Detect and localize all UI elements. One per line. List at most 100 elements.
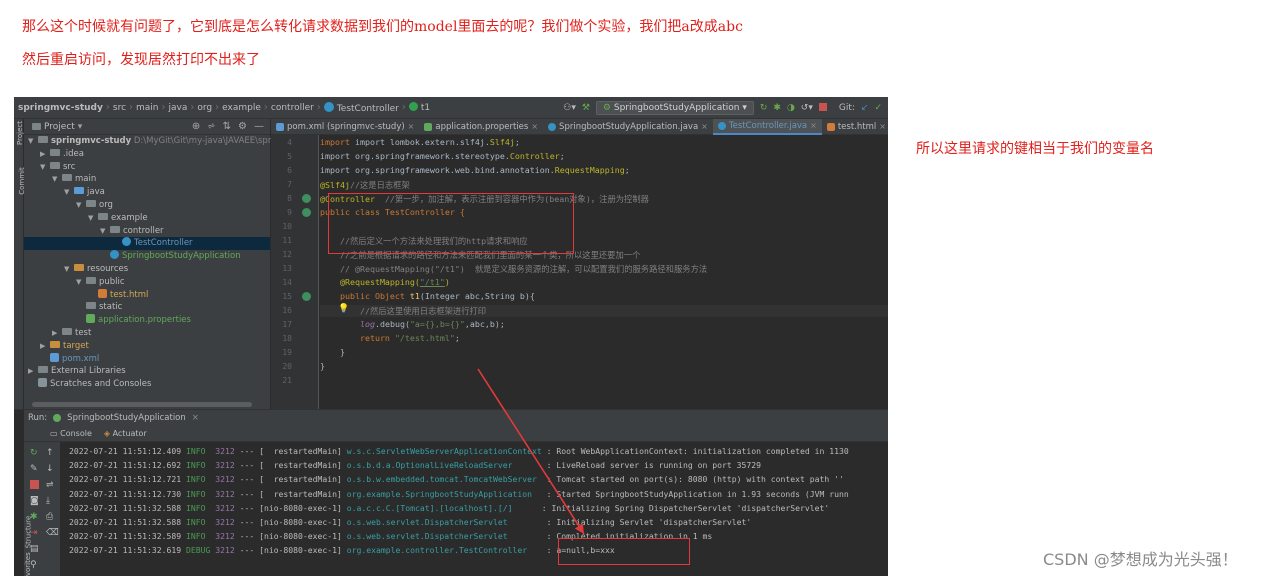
wrench-icon[interactable]: ✎ [30,464,39,474]
tree-item-target[interactable]: ▶ target [24,340,270,353]
tab-application-properties[interactable]: application.properties × [419,119,543,135]
tab-springbootstudyapplication[interactable]: SpringbootStudyApplication.java × [543,119,713,135]
tree-item-external-libraries[interactable]: ▶ External Libraries [24,365,270,378]
tree-item-pom[interactable]: pom.xml [24,352,270,366]
git-update-icon[interactable]: ↙ [861,103,869,113]
locate-icon[interactable]: ⊕ [192,121,200,132]
breadcrumb-example[interactable]: example [219,103,264,113]
request-mapping-icon[interactable] [302,292,311,301]
tree-label: TestController [134,238,193,249]
close-icon[interactable]: × [192,413,199,423]
tree-item-root[interactable]: ▼ springmvc-study D:\MyGit\Git\my-java\JA… [24,135,298,148]
git-commit-icon[interactable]: ✓ [874,103,882,113]
chevron-down-icon[interactable]: ▼ [100,225,110,238]
chevron-down-icon[interactable]: ▼ [64,186,74,199]
chevron-down-icon[interactable]: ▼ [76,199,86,212]
print-icon[interactable]: ⎙ [46,512,55,522]
tree-item-example[interactable]: ▼ example [24,212,270,225]
close-icon[interactable]: × [531,122,538,131]
chevron-right-icon[interactable]: ▶ [40,340,50,353]
run-configuration-select[interactable]: ⚙ SpringbootStudyApplication ▾ [595,101,754,115]
log-msg: : Started SpringbootStudyApplication in … [546,488,849,499]
explanation-line-2: 然后重启访问，发现居然打印不出来了 [22,52,260,68]
hide-icon[interactable]: — [254,121,264,132]
expand-all-icon[interactable]: ⇅ [223,121,231,132]
spring-bean-icon[interactable] [302,194,311,203]
trash-icon[interactable]: ⌫ [46,528,59,538]
tree-item-springbootstudyapplication[interactable]: SpringbootStudyApplication [24,250,270,263]
breadcrumb-class[interactable]: TestController [321,101,402,114]
breadcrumb-main[interactable]: main [133,103,162,113]
close-icon[interactable]: × [701,122,708,131]
tree-item-controller[interactable]: ▼ controller [24,225,270,238]
structure-tool-window-tab[interactable]: Structure [24,516,32,549]
tree-item-testcontroller[interactable]: TestController [24,237,270,251]
breadcrumb-controller[interactable]: controller [268,103,317,113]
console-output[interactable]: 2022-07-21 11:51:12.409 INFO 3212 --- [ … [60,442,888,576]
tab-actuator[interactable]: ◈ Actuator [104,429,147,438]
rerun-icon[interactable]: ↻ [30,448,39,458]
user-icon[interactable]: ⚇▾ [563,103,576,113]
chevron-down-icon[interactable]: ▼ [52,173,62,186]
tree-item-public[interactable]: ▼ public [24,276,270,289]
soft-wrap-icon[interactable]: ⇌ [46,480,55,490]
breadcrumb-project[interactable]: springmvc-study [14,103,106,113]
tree-item-scratches[interactable]: Scratches and Consoles [24,378,270,391]
breadcrumb-method[interactable]: t1 [406,102,433,113]
tree-label: Scratches and Consoles [50,379,152,390]
gear-icon[interactable]: ⚙ [238,121,247,132]
breadcrumb-src[interactable]: src [110,103,129,113]
run-config-tab[interactable]: SpringbootStudyApplication [67,413,186,423]
code-editor[interactable]: import import lombok.extern.slf4j.Slf4j;… [320,135,888,409]
tree-item-src[interactable]: ▼ src [24,161,270,174]
project-tool-window-tab[interactable]: Project [16,121,24,145]
chevron-down-icon[interactable]: ▼ [76,276,86,289]
scroll-to-end-icon[interactable]: ⤓ [46,496,55,506]
tree-item-resources[interactable]: ▼ resources [24,263,270,276]
arrow-down-icon[interactable]: ↓ [46,464,55,474]
chevron-right-icon[interactable]: ▶ [40,148,50,161]
stop-icon[interactable] [818,102,827,114]
tree-item-test[interactable]: ▶ test [24,327,270,340]
console-log-line: 2022-07-21 11:51:32.589 INFO 3212 --- [n… [69,531,712,541]
stop-icon[interactable] [30,480,39,489]
camera-icon[interactable]: ◙ [30,496,39,506]
debug-icon[interactable]: ✱ [773,103,781,113]
breadcrumb-java[interactable]: java [166,103,191,113]
tree-item-idea[interactable]: ▶ .idea [24,148,270,161]
coverage-icon[interactable]: ◑ [787,103,795,113]
tree-item-static[interactable]: static [24,301,270,314]
tab-test-html[interactable]: test.html × [822,119,888,135]
lightbulb-icon[interactable]: 💡 [338,304,349,314]
chevron-down-icon[interactable]: ▼ [28,135,38,148]
build-hammer-icon[interactable]: ⚒ [582,103,590,113]
log-level: INFO [185,517,216,527]
chevron-right-icon[interactable]: ▶ [52,327,62,340]
favorites-tool-window-tab[interactable]: Favorites [24,552,32,576]
arrow-up-icon[interactable]: ↑ [46,448,55,458]
tree-item-org[interactable]: ▼ org [24,199,270,212]
chevron-right-icon[interactable]: ▶ [28,365,38,378]
tree-item-application-properties[interactable]: application.properties [24,314,270,327]
log-thread: --- [ restartedMain] [239,474,347,485]
collapse-all-icon[interactable]: ⩫ [207,121,215,132]
tab-console[interactable]: ▭ Console [50,429,92,438]
spring-bean-icon[interactable] [302,208,311,217]
horizontal-scrollbar[interactable] [32,402,252,407]
chevron-down-icon[interactable]: ▼ [64,263,74,276]
tree-item-test-html[interactable]: test.html [24,288,270,302]
tab-pom-xml[interactable]: pom.xml (springmvc-study) × [271,119,419,135]
tree-item-main[interactable]: ▼ main [24,173,270,186]
chevron-down-icon[interactable]: ▼ [88,212,98,225]
profile-icon[interactable]: ↺▾ [801,103,813,113]
close-icon[interactable]: × [879,122,886,131]
rerun-icon[interactable]: ↻ [760,103,768,113]
close-icon[interactable]: × [408,122,415,131]
close-icon[interactable]: × [810,121,817,130]
chevron-down-icon[interactable]: ▼ [40,161,50,174]
tree-item-java[interactable]: ▼ java [24,186,270,199]
tab-testcontroller[interactable]: TestController.java × [712,118,822,135]
project-panel-title[interactable]: Project [44,122,75,132]
breadcrumb-org[interactable]: org [194,103,215,113]
chevron-down-icon[interactable]: ▾ [78,122,83,132]
